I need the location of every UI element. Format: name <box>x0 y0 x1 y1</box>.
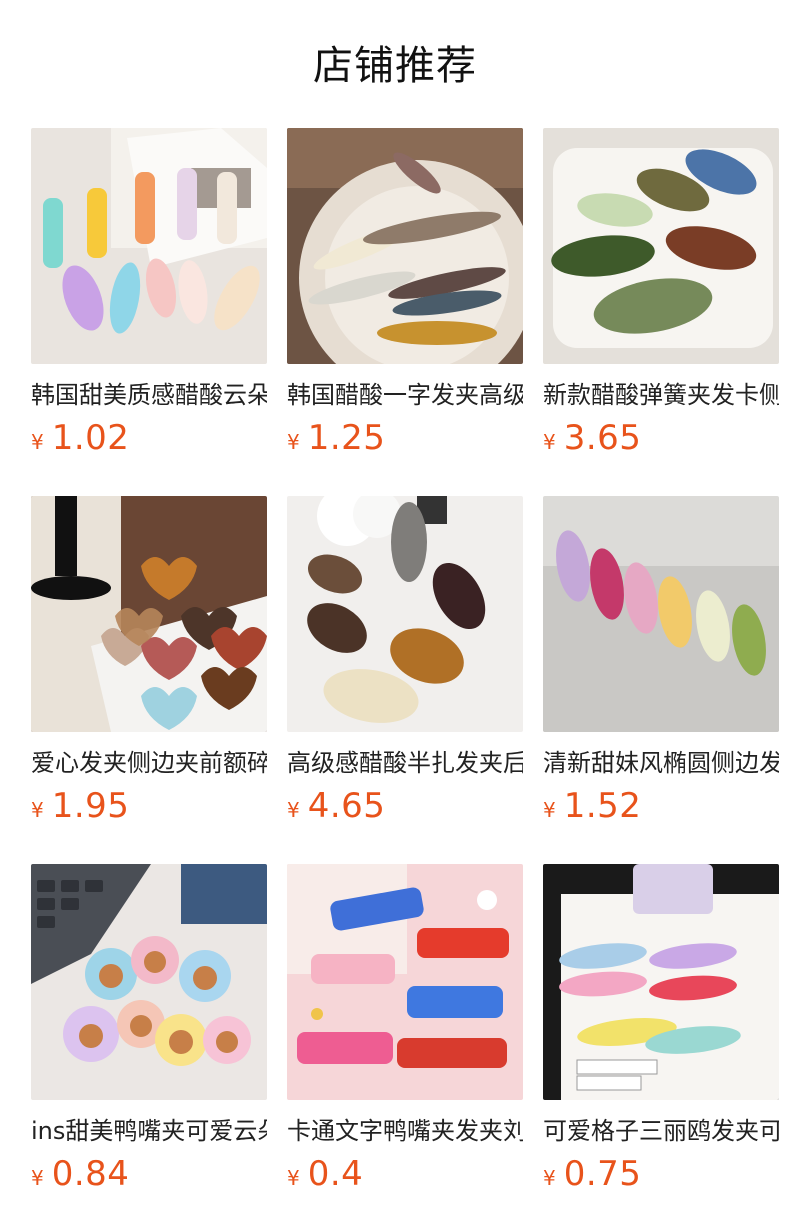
product-name[interactable]: 高级感醋酸半扎发夹后脑 <box>287 746 523 780</box>
product-card[interactable]: 新款醋酸弹簧夹发卡侧边 ¥ 3.65 <box>543 128 779 496</box>
product-price: ¥ 0.84 <box>31 1154 267 1198</box>
product-image[interactable] <box>543 496 779 732</box>
product-card[interactable]: 爱心发夹侧边夹前额碎发 ¥ 1.95 <box>31 496 267 864</box>
cartoon-bear-clips-image <box>31 864 267 1100</box>
product-image[interactable] <box>31 496 267 732</box>
currency-symbol: ¥ <box>31 1166 44 1190</box>
product-image[interactable] <box>287 128 523 364</box>
product-price: ¥ 1.25 <box>287 418 523 462</box>
product-price: ¥ 0.4 <box>287 1154 523 1198</box>
marble-oval-clips-image <box>287 496 523 732</box>
tortoiseshell-clips-plate-image <box>287 128 523 364</box>
product-name[interactable]: 爱心发夹侧边夹前额碎发 <box>31 746 267 780</box>
price-value: 1.52 <box>563 786 642 826</box>
product-name[interactable]: 新款醋酸弹簧夹发卡侧边 <box>543 378 779 412</box>
oval-spring-clips-image <box>543 128 779 364</box>
product-price: ¥ 1.52 <box>543 786 779 830</box>
product-image[interactable] <box>287 864 523 1100</box>
currency-symbol: ¥ <box>287 1166 300 1190</box>
product-card[interactable]: 韩国醋酸一字发夹高级感 ¥ 1.25 <box>287 128 523 496</box>
candy-color-oval-clips-image <box>543 496 779 732</box>
product-image[interactable] <box>31 864 267 1100</box>
product-price: ¥ 1.02 <box>31 418 267 462</box>
price-value: 3.65 <box>563 418 642 458</box>
product-price: ¥ 3.65 <box>543 418 779 462</box>
product-image[interactable] <box>287 496 523 732</box>
product-price: ¥ 1.95 <box>31 786 267 830</box>
product-name[interactable]: 韩国醋酸一字发夹高级感 <box>287 378 523 412</box>
product-card[interactable]: ins甜美鸭嘴夹可爱云朵 ¥ 0.84 <box>31 864 267 1232</box>
product-price: ¥ 4.65 <box>287 786 523 830</box>
price-value: 0.75 <box>563 1154 642 1194</box>
text-slogan-clips-image <box>287 864 523 1100</box>
currency-symbol: ¥ <box>287 430 300 454</box>
currency-symbol: ¥ <box>543 798 556 822</box>
product-name[interactable]: 韩国甜美质感醋酸云朵发夹 <box>31 378 267 412</box>
product-card[interactable]: 可爱格子三丽鸥发夹可爱 ¥ 0.75 <box>543 864 779 1232</box>
product-name[interactable]: 可爱格子三丽鸥发夹可爱 <box>543 1114 779 1148</box>
product-card[interactable]: 高级感醋酸半扎发夹后脑 ¥ 4.65 <box>287 496 523 864</box>
currency-symbol: ¥ <box>543 430 556 454</box>
heart-clips-image <box>31 496 267 732</box>
shop-recommendations-page: 店铺推荐 韩国甜美质感醋酸云朵 ¥ 1.02 韩国醋酸一字发夹高级 ¥ 1.25… <box>0 0 790 1232</box>
price-value: 0.84 <box>51 1154 130 1194</box>
product-name[interactable]: 清新甜妹风椭圆侧边发夹 <box>543 746 779 780</box>
price-value: 1.25 <box>307 418 386 458</box>
price-value: 1.95 <box>51 786 130 826</box>
product-card[interactable]: 清新甜妹风椭圆侧边发夹 ¥ 1.52 <box>543 496 779 864</box>
product-grid: 韩国甜美质感醋酸云朵发夹 ¥ 1.02 <box>31 128 779 1232</box>
price-value: 1.02 <box>51 418 130 458</box>
price-value: 0.4 <box>307 1154 364 1194</box>
product-image[interactable] <box>543 128 779 364</box>
product-card[interactable]: 卡通文字鸭嘴夹发夹刘海 ¥ 0.4 <box>287 864 523 1232</box>
sanrio-gingham-clips-image <box>543 864 779 1100</box>
currency-symbol: ¥ <box>31 798 44 822</box>
product-image[interactable] <box>31 128 267 364</box>
currency-symbol: ¥ <box>31 430 44 454</box>
currency-symbol: ¥ <box>287 798 300 822</box>
product-name[interactable]: ins甜美鸭嘴夹可爱云朵 <box>31 1114 267 1148</box>
product-name[interactable]: 卡通文字鸭嘴夹发夹刘海 <box>287 1114 523 1148</box>
product-image[interactable] <box>543 864 779 1100</box>
product-price: ¥ 0.75 <box>543 1154 779 1198</box>
pastel-wavy-clips-image <box>31 128 267 364</box>
section-title: 店铺推荐 <box>313 43 477 89</box>
price-value: 4.65 <box>307 786 386 826</box>
product-card[interactable]: 韩国甜美质感醋酸云朵发夹 ¥ 1.02 <box>31 128 267 496</box>
currency-symbol: ¥ <box>543 1166 556 1190</box>
